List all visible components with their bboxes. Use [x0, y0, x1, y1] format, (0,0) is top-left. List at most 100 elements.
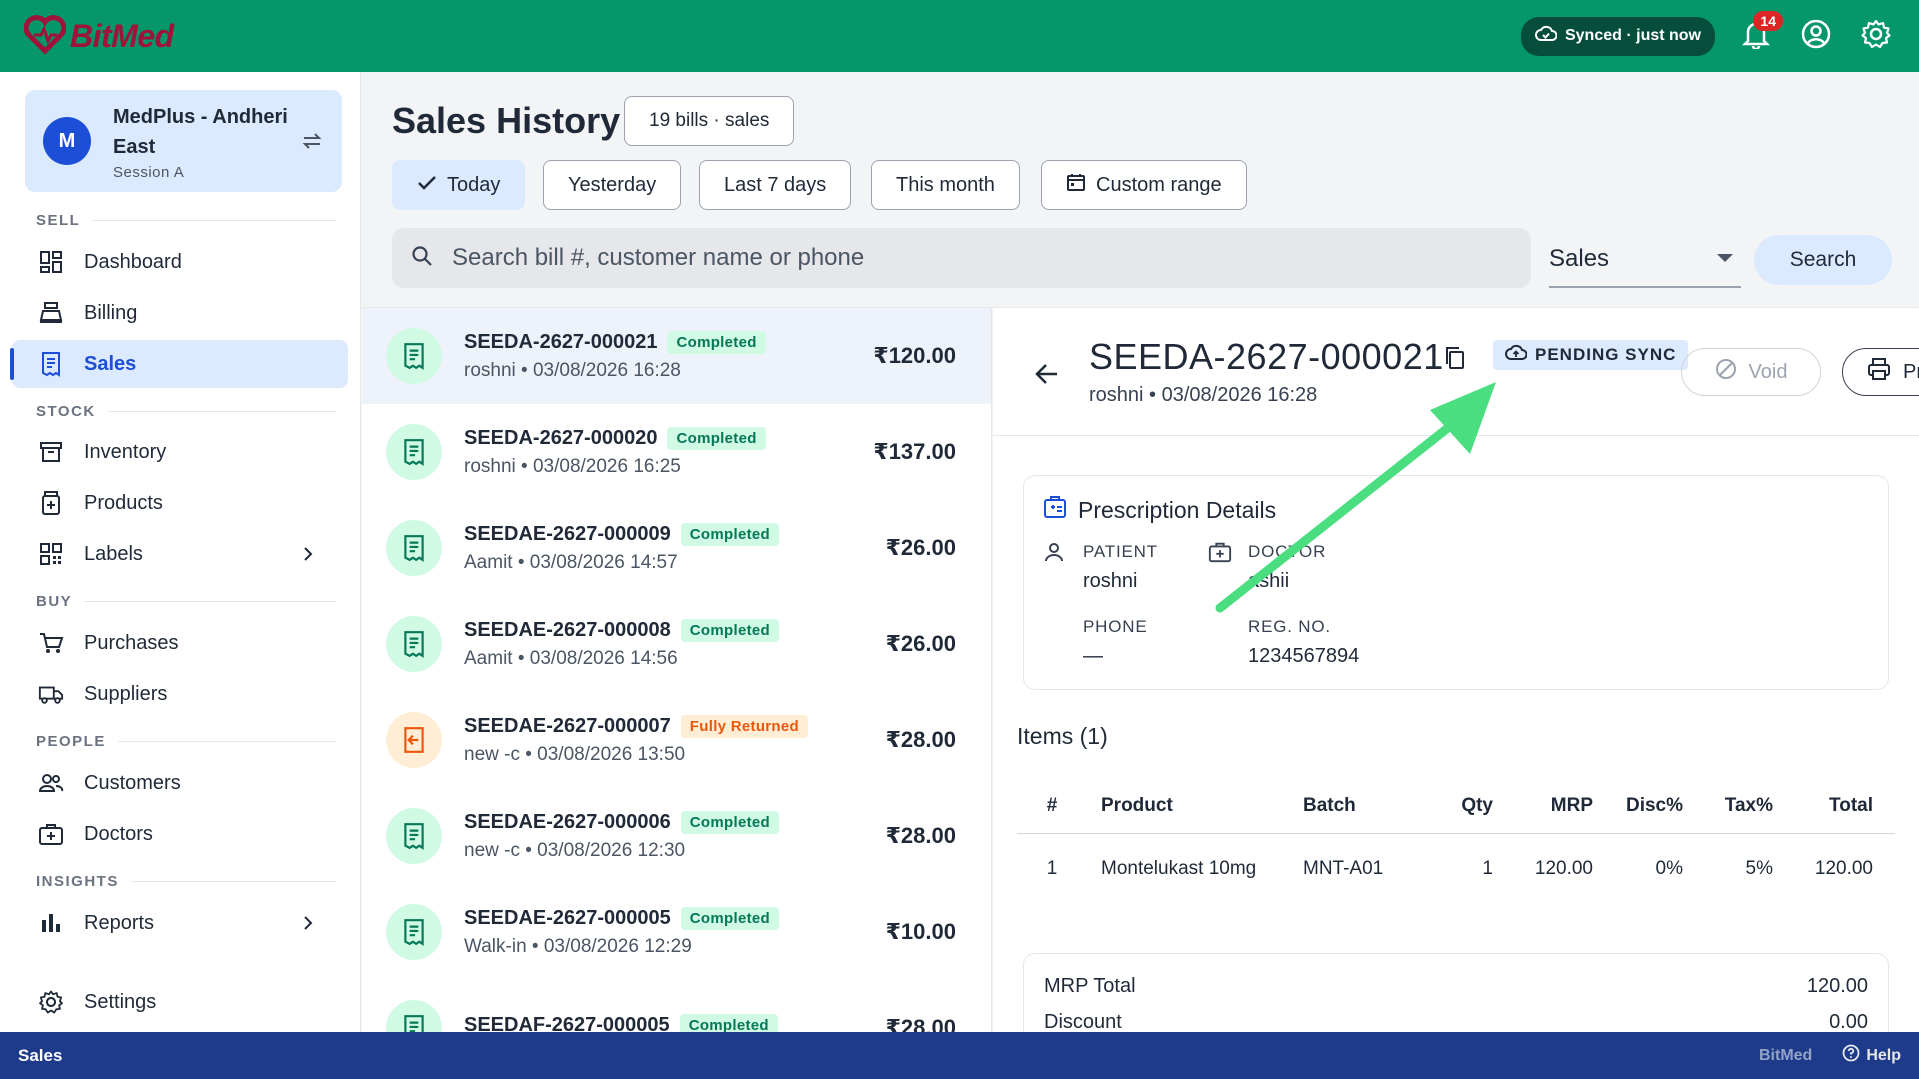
prescription-details-card: Prescription Details PATIENT roshni DOCT…: [1023, 475, 1889, 690]
filter-label: Custom range: [1096, 173, 1222, 196]
bill-list-item[interactable]: SEEDAE-2627-000007 Fully Returned new -c…: [362, 692, 991, 788]
store-switcher-card[interactable]: M MedPlus - Andheri East Session A: [25, 90, 342, 192]
sync-status-text: Synced · just now: [1564, 27, 1701, 44]
bill-list-item[interactable]: SEEDAE-2627-000006 Completed new -c • 03…: [362, 788, 991, 884]
sidebar-item-suppliers[interactable]: Suppliers: [12, 670, 348, 718]
filter-yesterday-button[interactable]: Yesterday: [543, 160, 682, 210]
sidebar-item-doctors[interactable]: Doctors: [12, 810, 348, 858]
sidebar-item-labels[interactable]: Labels: [12, 530, 348, 578]
table-row: 1 Montelukast 10mg MNT-A01 1 120.00 0% 5…: [1017, 834, 1895, 904]
sync-status-pill[interactable]: Synced · just now: [1520, 16, 1715, 56]
patient-value: roshni: [1083, 570, 1138, 592]
check-icon: [417, 174, 437, 197]
caret-down-icon: [1717, 254, 1733, 262]
sidebar-item-label: Purchases: [84, 631, 179, 654]
user-circle-icon: [1800, 18, 1832, 55]
print-label: Print: [1903, 360, 1919, 383]
bill-list-item[interactable]: SEEDA-2627-000020 Completed roshni • 03/…: [362, 404, 991, 500]
item-qty: 1: [1482, 858, 1493, 879]
medical-bag-icon: [38, 821, 64, 847]
sidebar-item-billing[interactable]: Billing: [12, 289, 348, 337]
swap-arrows-icon[interactable]: [300, 129, 324, 153]
sidebar-item-label: Sales: [84, 352, 137, 375]
sidebar-item-inventory[interactable]: Inventory: [12, 428, 348, 476]
sidebar-item-purchases[interactable]: Purchases: [12, 619, 348, 667]
column-header: Tax%: [1724, 794, 1773, 816]
bill-list-item[interactable]: SEEDAF-2627-000005 Completed ₹28.00: [362, 980, 991, 1033]
filter-label: This month: [896, 173, 995, 196]
sidebar-item-products[interactable]: Products: [12, 479, 348, 527]
bill-number: SEEDAE-2627-000006: [464, 810, 671, 833]
phone-label: PHONE: [1083, 617, 1148, 636]
gear-icon: [38, 989, 64, 1015]
bill-number: SEEDAE-2627-000007: [464, 714, 671, 737]
settings-button[interactable]: [1857, 17, 1895, 55]
void-button[interactable]: Void: [1681, 348, 1821, 396]
receipt-icon: [386, 904, 442, 960]
back-arrow-icon[interactable]: [1031, 358, 1063, 390]
status-badge: Completed: [680, 618, 780, 642]
section-label-insights: INSIGHTS: [36, 873, 336, 890]
column-header: Total: [1829, 794, 1873, 816]
filter-last-7-days-button[interactable]: Last 7 days: [699, 160, 852, 210]
sales-header: Sales History 19 bills · sales Today Yes…: [362, 72, 1919, 307]
notifications-button[interactable]: 14: [1737, 11, 1783, 55]
bill-type-select[interactable]: Sales: [1549, 232, 1741, 288]
sidebar: M MedPlus - Andheri East Session A SELL …: [0, 72, 361, 1042]
top-bar: BitMed Synced · just now 14: [0, 0, 1919, 72]
discount-value: 0.00: [1829, 1010, 1868, 1033]
notification-count-badge: 14: [1753, 11, 1783, 31]
sidebar-item-dashboard[interactable]: Dashboard: [12, 238, 348, 286]
sidebar-item-label: Settings: [84, 990, 157, 1013]
sidebar-item-label: Products: [84, 491, 163, 514]
sidebar-item-settings[interactable]: Settings: [12, 978, 348, 1026]
bill-amount: ₹137.00: [873, 439, 956, 464]
help-link[interactable]: Help: [1842, 1044, 1901, 1067]
status-badge: Completed: [667, 330, 766, 354]
store-name: MedPlus - Andheri East: [113, 105, 288, 158]
status-badge: Completed: [680, 906, 780, 930]
search-button[interactable]: Search: [1754, 235, 1892, 285]
mrp-total-value: 120.00: [1806, 974, 1868, 997]
sidebar-item-sales[interactable]: Sales: [10, 340, 348, 388]
chevron-right-icon: [296, 542, 320, 566]
item-batch: MNT-A01: [1303, 858, 1384, 879]
discount-row: Discount 0.00: [1044, 1004, 1868, 1033]
totals-card: MRP Total 120.00 Discount 0.00: [1023, 953, 1889, 1032]
print-button[interactable]: Print: [1842, 348, 1919, 396]
block-icon: [1715, 358, 1737, 386]
help-label: Help: [1866, 1046, 1901, 1064]
app-logo[interactable]: BitMed: [23, 14, 174, 59]
filter-this-month-button[interactable]: This month: [871, 160, 1020, 210]
bill-count-pill: 19 bills · sales: [624, 96, 795, 146]
mrp-total-label: MRP Total: [1044, 974, 1136, 997]
page-title: Sales History: [392, 100, 621, 141]
bill-list-item[interactable]: SEEDAE-2627-000008 Completed Aamit • 03/…: [362, 596, 991, 692]
bill-list-item[interactable]: SEEDAE-2627-000005 Completed Walk-in • 0…: [362, 884, 991, 980]
discount-label: Discount: [1044, 1010, 1122, 1033]
copy-icon[interactable]: [1441, 344, 1469, 372]
sidebar-item-reports[interactable]: Reports: [12, 899, 348, 947]
filter-label: Last 7 days: [724, 173, 827, 196]
filter-today-button[interactable]: Today: [392, 160, 526, 210]
doctor-label: DOCTOR: [1248, 542, 1327, 561]
sidebar-item-customers[interactable]: Customers: [12, 759, 348, 807]
item-mrp: 120.00: [1534, 858, 1593, 879]
bill-list-item[interactable]: SEEDA-2627-000021 Completed roshni • 03/…: [362, 308, 991, 404]
account-button[interactable]: [1797, 17, 1835, 55]
patient-label: PATIENT: [1083, 542, 1158, 561]
sidebar-item-label: Reports: [84, 911, 155, 934]
item-product: Montelukast 10mg: [1101, 858, 1257, 879]
status-badge: Completed: [680, 810, 780, 834]
bill-number: SEEDAF-2627-000005: [464, 1013, 670, 1033]
filter-custom-range-button[interactable]: Custom range: [1041, 160, 1247, 210]
bill-number: SEEDA-2627-000021: [464, 330, 658, 353]
bottom-page-title: Sales: [18, 1045, 63, 1065]
bill-amount: ₹28.00: [885, 1015, 956, 1032]
search-input[interactable]: [452, 244, 1452, 272]
archive-box-icon: [38, 439, 64, 465]
bottom-brand: BitMed: [1759, 1046, 1813, 1064]
status-badge: Completed: [680, 522, 780, 546]
bill-list-item[interactable]: SEEDAE-2627-000009 Completed Aamit • 03/…: [362, 500, 991, 596]
sidebar-item-label: Labels: [84, 542, 143, 565]
